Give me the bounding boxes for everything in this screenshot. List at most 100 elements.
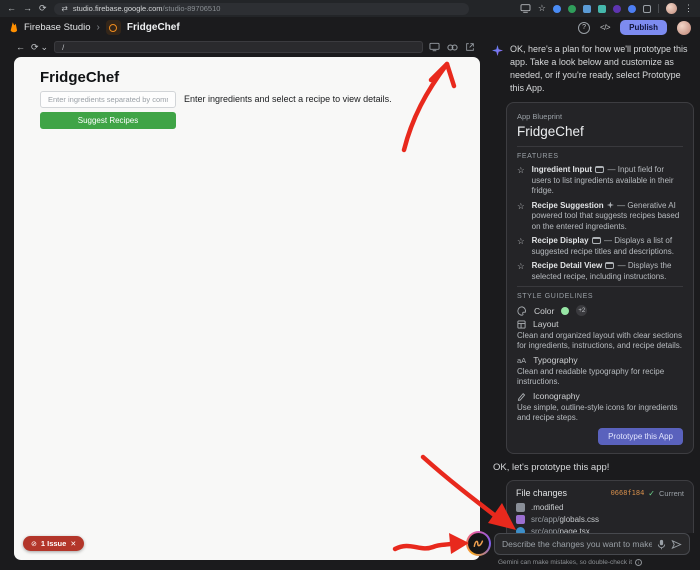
- feature-name: Recipe Display: [531, 236, 589, 245]
- help-icon[interactable]: ?: [578, 21, 591, 34]
- scribble-icon: [468, 533, 489, 554]
- toolbar-divider: [658, 4, 659, 13]
- layout-label: Layout: [533, 319, 559, 329]
- browser-profile-avatar[interactable]: [666, 3, 677, 14]
- chat-input[interactable]: [502, 539, 652, 549]
- preview-back-icon[interactable]: ←: [16, 42, 25, 52]
- browser-toolbar: ← → ⟳ ⇄ studio.firebase.google.com/studi…: [0, 0, 700, 17]
- prototype-this-app-button[interactable]: Prototype this App: [598, 428, 683, 445]
- device-preview-icon[interactable]: [429, 42, 440, 52]
- browser-reload-icon[interactable]: ⟳: [39, 4, 47, 13]
- breadcrumb: ›: [96, 22, 100, 33]
- gemini-disclaimer: Gemini can make mistakes, so double-chec…: [498, 559, 643, 566]
- file-changes-title: File changes: [516, 488, 568, 498]
- bookmark-star-icon[interactable]: ☆: [538, 4, 546, 13]
- file-icon: [516, 503, 525, 512]
- feature-item: ☆ Recipe Suggestion — Generative AI powe…: [517, 201, 683, 233]
- feature-item: ☆ Ingredient Input — Input field for use…: [517, 165, 683, 197]
- css-file-icon: [516, 515, 525, 524]
- assistant-message-text: OK, here's a plan for how we'll prototyp…: [510, 44, 688, 93]
- site-info-icon[interactable]: ⇄: [62, 5, 68, 13]
- divider: [517, 146, 683, 147]
- window-icon: [605, 262, 615, 269]
- preview-address-field[interactable]: /: [54, 41, 423, 53]
- chat-composer: [494, 533, 690, 555]
- file-changes-card: File changes 0668f184 ✓ Current .modifie…: [506, 480, 694, 533]
- sparkle-icon: [606, 201, 614, 209]
- blocked-icon: ⊘: [31, 540, 37, 548]
- info-icon: i: [635, 559, 643, 566]
- address-bar[interactable]: ⇄ studio.firebase.google.com/studio-8970…: [53, 2, 469, 15]
- feature-name: Ingredient Input: [531, 165, 593, 174]
- file-row[interactable]: src/app/globals.css: [516, 515, 684, 524]
- iconography-label: Iconography: [533, 391, 580, 401]
- file-row[interactable]: .modified: [516, 503, 684, 512]
- blueprint-title: FridgeChef: [517, 124, 584, 139]
- feature-name: Recipe Detail View: [531, 261, 603, 270]
- close-icon[interactable]: ✕: [70, 540, 76, 548]
- studio-header: Firebase Studio › FridgeChef ? </> Publi…: [0, 17, 700, 38]
- workspace-title: FridgeChef: [126, 22, 180, 33]
- divider: [517, 286, 683, 287]
- browser-back-icon[interactable]: ←: [7, 4, 16, 13]
- style-guidelines-heading: STYLE GUIDELINES: [517, 293, 594, 300]
- firebase-flame-icon: [10, 22, 18, 33]
- extension-icon[interactable]: [628, 4, 636, 13]
- gemini-chat-pane: OK, here's a plan for how we'll prototyp…: [492, 40, 694, 533]
- url-path: /studio-89706510: [162, 4, 221, 13]
- mic-icon[interactable]: [657, 539, 666, 550]
- layout-row: Layout: [517, 319, 683, 329]
- app-blueprint-card: App Blueprint FridgeChef FEATURES ☆ Ingr…: [506, 102, 694, 454]
- brand-name[interactable]: Firebase Studio: [24, 22, 91, 33]
- iconography-row: Iconography: [517, 391, 683, 401]
- link-icon[interactable]: [447, 43, 458, 52]
- ingredients-input[interactable]: [40, 91, 176, 108]
- chevron-down-icon[interactable]: ⌄: [41, 42, 49, 52]
- open-in-new-tab-icon[interactable]: [465, 42, 475, 52]
- color-row: Color +2: [517, 305, 683, 316]
- preview-viewport: FridgeChef Suggest Recipes Enter ingredi…: [14, 57, 480, 560]
- typography-icon: aA: [517, 355, 527, 365]
- browser-forward-icon[interactable]: →: [23, 4, 32, 13]
- issue-badge[interactable]: ⊘ 1 Issue ✕: [23, 536, 85, 551]
- star-icon: ☆: [517, 236, 525, 246]
- annotate-button[interactable]: [466, 531, 491, 556]
- extensions-menu-icon[interactable]: [643, 4, 651, 13]
- send-icon[interactable]: [671, 539, 682, 550]
- url-domain: studio.firebase.google.com: [72, 4, 163, 13]
- user-avatar[interactable]: [677, 20, 691, 35]
- extension-icon[interactable]: [598, 4, 606, 13]
- publish-button[interactable]: Publish: [620, 20, 667, 35]
- extension-icon[interactable]: [553, 4, 561, 13]
- preview-refresh-icon[interactable]: ⟳: [31, 42, 39, 52]
- suggest-recipes-button[interactable]: Suggest Recipes: [40, 112, 176, 129]
- preview-toolbar: ← ⟳ ⌄ /: [14, 40, 480, 57]
- disclaimer-text: Gemini can make mistakes, so double-chec…: [498, 559, 633, 566]
- extension-icon[interactable]: [583, 4, 591, 13]
- commit-hash: 0668f184: [610, 489, 645, 497]
- main-area: ← ⟳ ⌄ / FridgeChef Suggest Recipes Enter…: [0, 38, 700, 570]
- feature-item: ☆ Recipe Detail View — Displays the sele…: [517, 261, 683, 282]
- window-icon: [595, 166, 605, 173]
- check-icon: ✓: [648, 488, 655, 498]
- feature-name: Recipe Suggestion: [531, 200, 604, 210]
- gemini-sparkle-icon: [492, 45, 503, 56]
- color-swatch[interactable]: [561, 306, 570, 315]
- features-heading: FEATURES: [517, 153, 559, 160]
- layout-icon: [517, 319, 526, 329]
- extension-icon[interactable]: [613, 4, 621, 13]
- preview-toolbar-actions: [429, 42, 475, 52]
- star-icon: ☆: [517, 165, 525, 175]
- iconography-icon: [517, 392, 526, 401]
- more-colors-chip[interactable]: +2: [576, 305, 588, 316]
- feature-item: ☆ Recipe Display — Displays a list of su…: [517, 236, 683, 257]
- palette-icon: [517, 305, 526, 316]
- extension-icon[interactable]: [568, 4, 576, 13]
- cast-icon[interactable]: [520, 4, 531, 13]
- color-label: Color: [534, 305, 555, 316]
- current-status-label: Current: [658, 488, 684, 498]
- typography-desc: Clean and readable typography for recipe…: [517, 367, 665, 386]
- code-view-icon[interactable]: </>: [600, 23, 611, 32]
- assistant-message: OK, here's a plan for how we'll prototyp…: [492, 43, 694, 95]
- browser-menu-icon[interactable]: ⋮: [684, 4, 693, 13]
